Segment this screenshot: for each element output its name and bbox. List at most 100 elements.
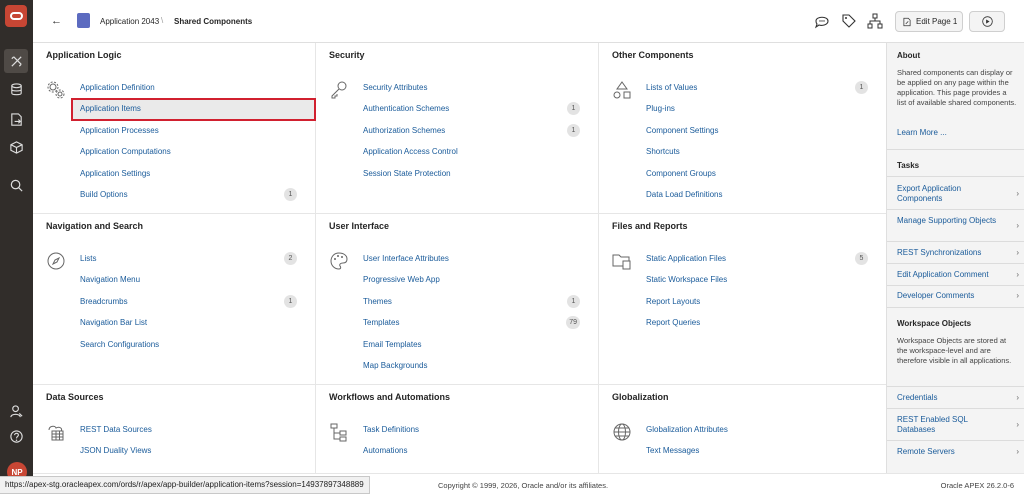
chevron-right-icon: › [1016,393,1019,402]
count-badge: 79 [566,316,580,329]
comment-icon[interactable] [814,13,830,29]
link-report-layouts[interactable]: Report Layouts [646,297,700,306]
link-data-load-definitions[interactable]: Data Load Definitions [646,190,723,199]
panel-navigation-and-search: Navigation and Search Lists 2 Navigation… [33,214,316,385]
learn-more-link[interactable]: Learn More ... [897,128,1019,138]
run-page-button[interactable] [969,11,1005,32]
task-export-application-components[interactable]: Export Application Components › [897,184,1019,204]
workspace-link-label: Remote Servers [897,447,955,456]
shared-components-grid: Application Logic Application Definition… [33,43,886,473]
link-lists-of-values[interactable]: Lists of Values [646,83,697,92]
panel-workflows-and-automations: Workflows and Automations Task Definitio… [316,385,599,473]
link-map-backgrounds[interactable]: Map Backgrounds [363,361,427,370]
chevron-right-icon: › [1016,270,1019,279]
link-text-messages[interactable]: Text Messages [646,446,699,455]
edit-page-label: Edit Page 1 [916,17,958,26]
link-themes[interactable]: Themes [363,297,392,306]
chevron-right-icon: › [1016,189,1019,198]
link-component-settings[interactable]: Component Settings [646,126,719,135]
link-plug-ins[interactable]: Plug-ins [646,104,675,113]
count-badge: 2 [284,252,297,265]
help-icon[interactable] [4,424,28,448]
link-authorization-schemes[interactable]: Authorization Schemes [363,126,445,135]
task-developer-comments[interactable]: Developer Comments › [897,291,1019,301]
gears-icon [46,80,66,100]
breadcrumb-application[interactable]: Application 2043 [100,17,159,26]
panel-title: Globalization [612,392,669,402]
link-static-workspace-files[interactable]: Static Workspace Files [646,275,727,284]
panel-title: Other Components [612,50,694,60]
task-rest-synchronizations[interactable]: REST Synchronizations › [897,248,1019,258]
link-automations[interactable]: Automations [363,446,407,455]
link-build-options[interactable]: Build Options [80,190,128,199]
link-report-queries[interactable]: Report Queries [646,318,700,327]
link-templates[interactable]: Templates [363,318,399,327]
count-badge: 1 [567,124,580,137]
link-authentication-schemes[interactable]: Authentication Schemes [363,104,449,113]
link-application-items[interactable]: Application Items [80,104,141,113]
back-arrow-icon[interactable]: ← [51,15,62,27]
divider [887,408,1024,409]
count-badge: 1 [567,295,580,308]
link-user-interface-attributes[interactable]: User Interface Attributes [363,254,449,263]
play-icon [981,16,993,27]
folder-file-icon [612,251,632,271]
workspace-rest-enabled-sql[interactable]: REST Enabled SQL Databases › [897,415,1019,435]
app-builder-icon[interactable] [4,49,28,73]
oracle-logo[interactable] [5,5,27,27]
task-edit-application-comment[interactable]: Edit Application Comment › [897,270,1019,280]
link-application-computations[interactable]: Application Computations [80,147,171,156]
link-navigation-bar-list[interactable]: Navigation Bar List [80,318,147,327]
link-application-definition[interactable]: Application Definition [80,83,155,92]
link-task-definitions[interactable]: Task Definitions [363,425,419,434]
link-navigation-menu[interactable]: Navigation Menu [80,275,140,284]
chevron-right-icon: › [1016,291,1019,300]
divider [887,149,1024,150]
search-icon[interactable] [4,173,28,197]
task-manage-supporting-objects[interactable]: Manage Supporting Objects › [897,216,1019,230]
link-globalization-attributes[interactable]: Globalization Attributes [646,425,728,434]
about-text: Shared components can display or be appl… [897,68,1017,107]
key-icon [329,80,349,100]
divider [887,386,1024,387]
sql-workshop-icon[interactable] [4,77,28,101]
panel-title: Data Sources [46,392,104,402]
hierarchy-icon[interactable] [867,13,883,29]
divider [887,176,1024,177]
link-application-settings[interactable]: Application Settings [80,169,150,178]
divider [887,440,1024,441]
link-application-processes[interactable]: Application Processes [80,126,159,135]
tasks-heading: Tasks [897,161,920,170]
link-breadcrumbs[interactable]: Breadcrumbs [80,297,128,306]
count-badge: 1 [855,81,868,94]
link-search-configurations[interactable]: Search Configurations [80,340,159,349]
link-application-access-control[interactable]: Application Access Control [363,147,458,156]
panel-title: Navigation and Search [46,221,144,231]
task-label: REST Synchronizations [897,248,982,257]
divider [887,307,1024,308]
workspace-credentials[interactable]: Credentials › [897,393,1019,403]
link-session-state-protection[interactable]: Session State Protection [363,169,451,178]
link-lists[interactable]: Lists [80,254,96,263]
edit-page-button[interactable]: Edit Page 1 [895,11,963,32]
copyright-text: Copyright © 1999, 2026, Oracle and/or it… [438,481,609,490]
compass-icon [46,251,66,271]
link-static-application-files[interactable]: Static Application Files [646,254,726,263]
gallery-icon[interactable] [4,135,28,159]
panel-title: Files and Reports [612,221,688,231]
link-progressive-web-app[interactable]: Progressive Web App [363,275,440,284]
team-development-icon[interactable] [4,107,28,131]
link-json-duality-views[interactable]: JSON Duality Views [80,446,151,455]
administration-icon[interactable] [4,399,28,423]
link-component-groups[interactable]: Component Groups [646,169,716,178]
link-security-attributes[interactable]: Security Attributes [363,83,427,92]
panel-files-and-reports: Files and Reports Static Application Fil… [599,214,886,385]
link-rest-data-sources[interactable]: REST Data Sources [80,425,152,434]
link-shortcuts[interactable]: Shortcuts [646,147,680,156]
link-email-templates[interactable]: Email Templates [363,340,422,349]
divider [887,285,1024,286]
task-label: Manage Supporting Objects [897,216,997,225]
tag-icon[interactable] [841,13,857,29]
panel-title: Workflows and Automations [329,392,451,402]
workspace-remote-servers[interactable]: Remote Servers › [897,447,1019,457]
